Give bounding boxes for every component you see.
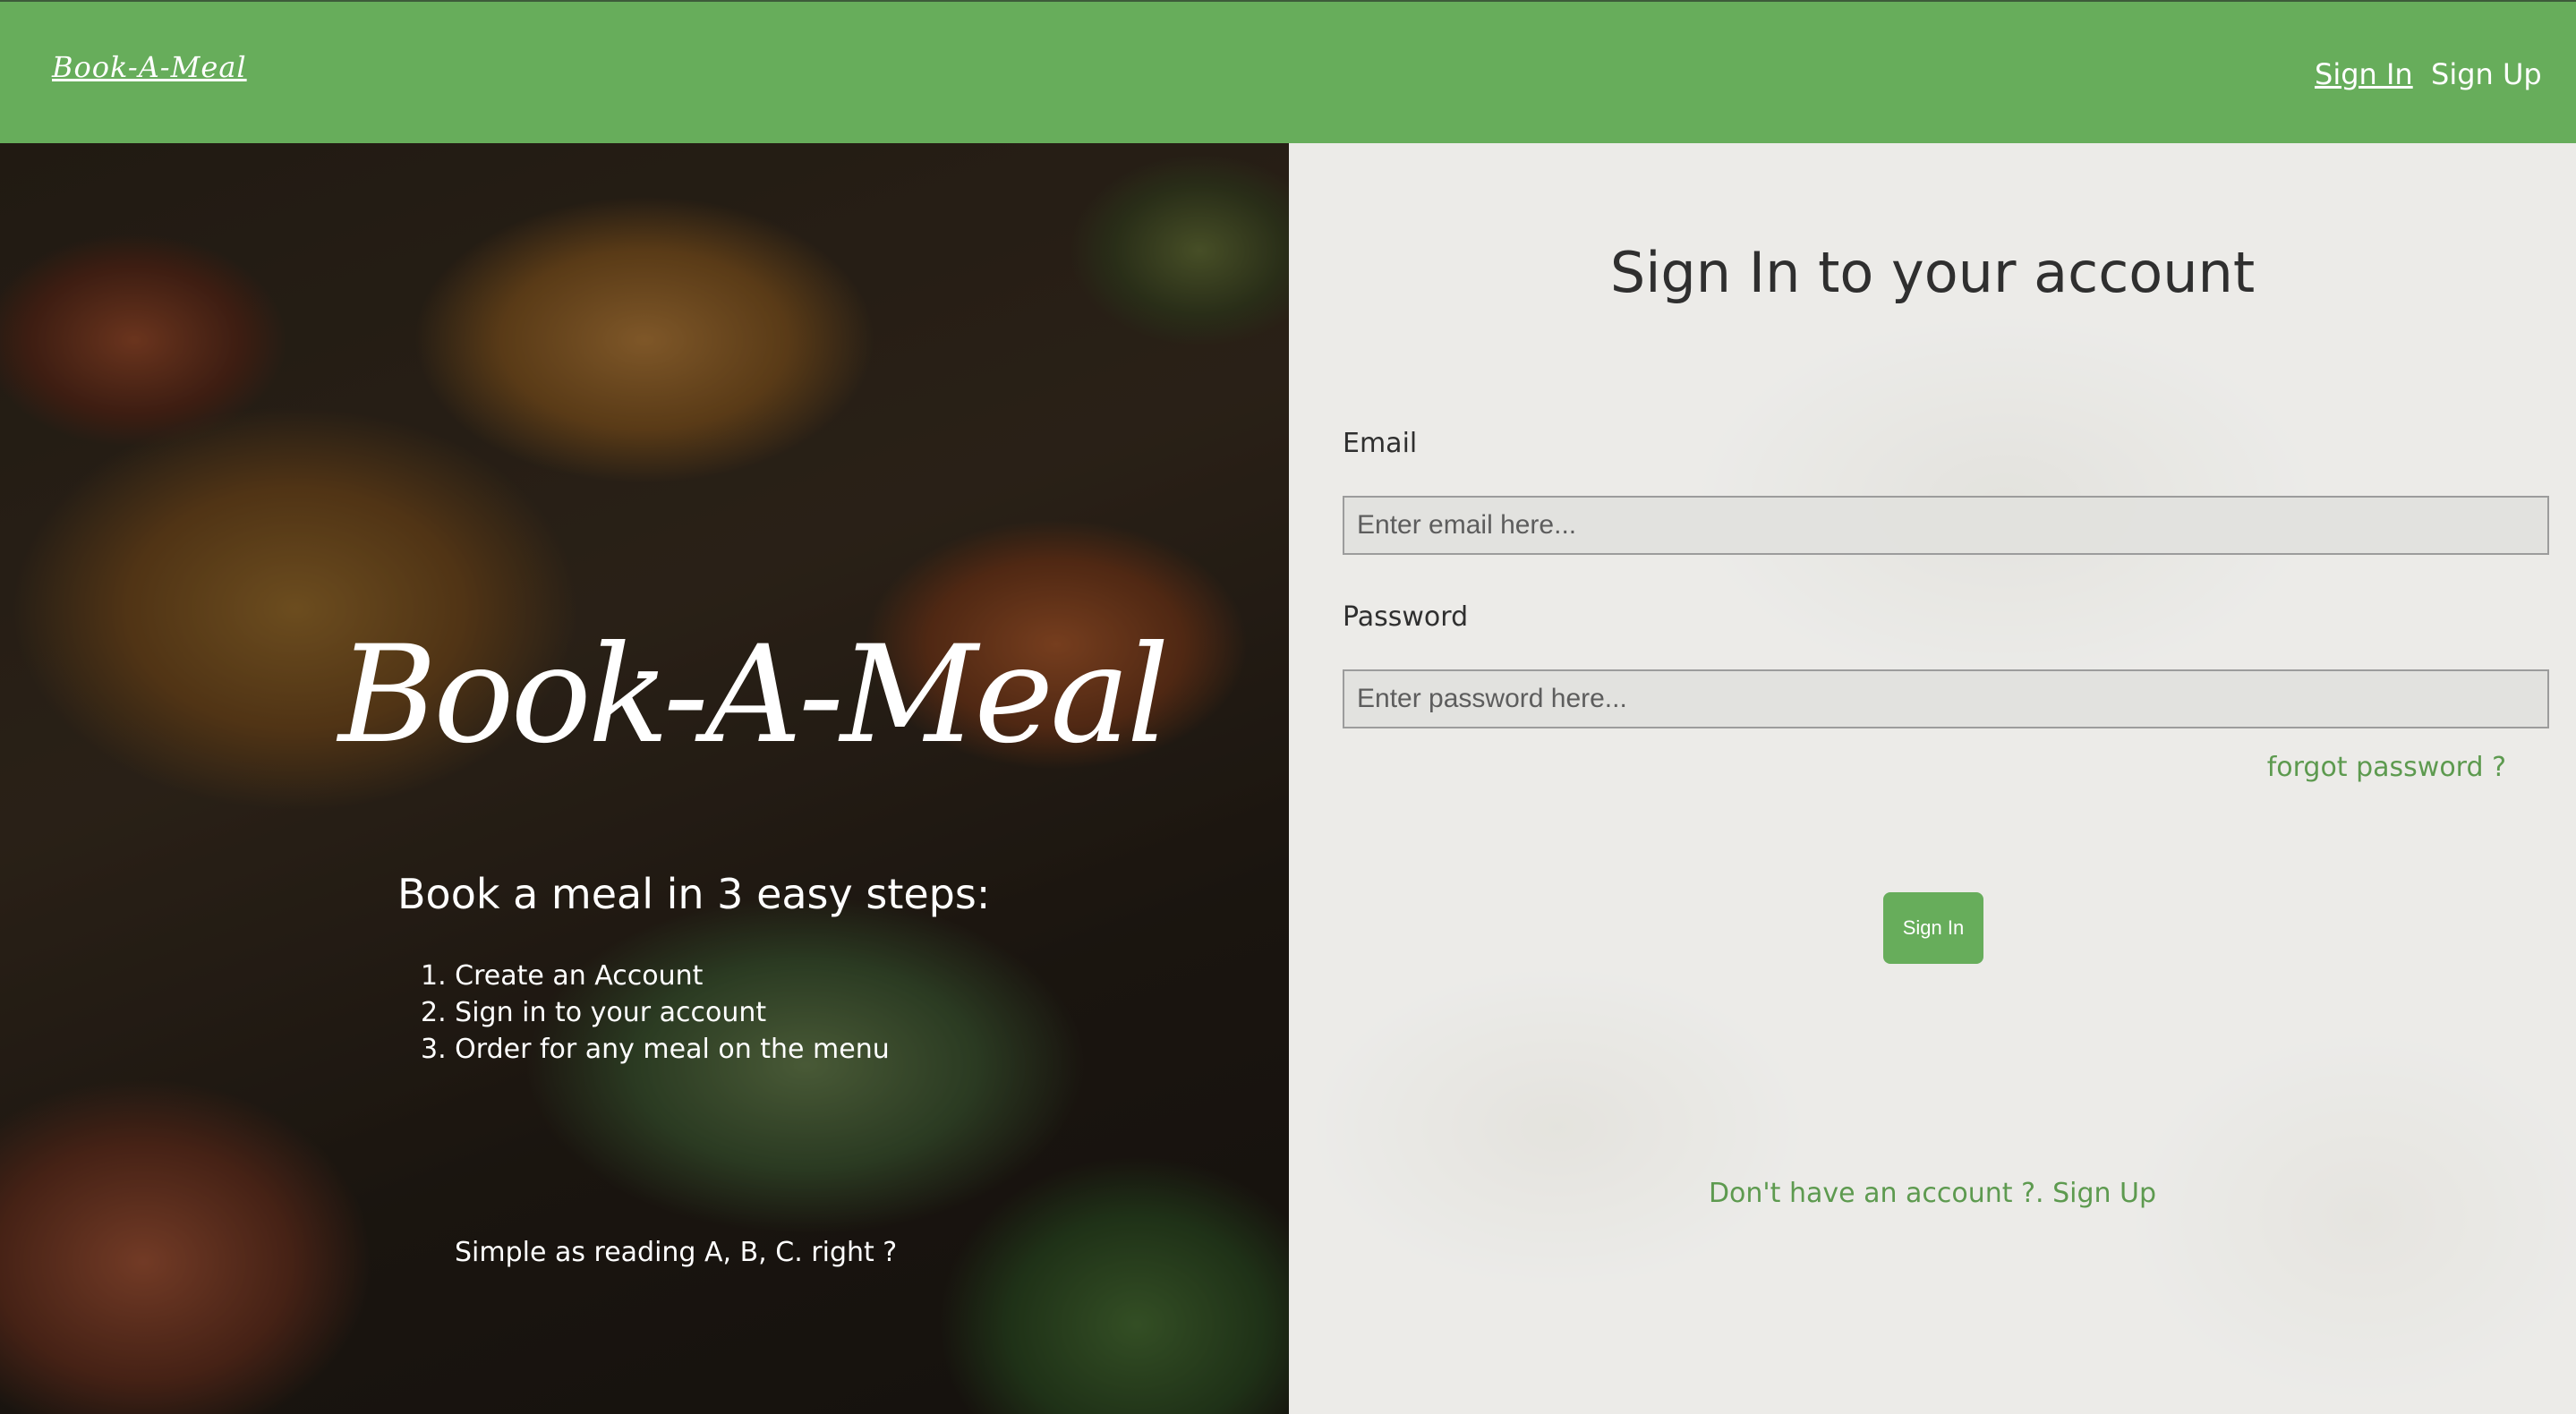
forgot-password-link[interactable]: forgot password ? — [2267, 752, 2506, 783]
step-item: 2. Sign in to your account — [421, 997, 767, 1028]
hero-panel: Book-A-Meal Book a meal in 3 easy steps:… — [0, 143, 1289, 1414]
email-field[interactable] — [1343, 496, 2549, 555]
brand-logo[interactable]: Book-A-Meal — [52, 50, 247, 84]
hero-note: Simple as reading A, B, C. right ? — [455, 1237, 898, 1268]
food-background-image — [0, 143, 1289, 1414]
step-item: 1. Create an Account — [421, 960, 704, 992]
top-navbar: Book-A-Meal Sign In Sign Up — [0, 0, 2576, 143]
nav-signup-link[interactable]: Sign Up — [2431, 57, 2542, 91]
signin-button[interactable]: Sign In — [1883, 892, 1983, 964]
hero-subtitle: Book a meal in 3 easy steps: — [397, 870, 991, 918]
hero-title: Book-A-Meal — [338, 618, 1170, 773]
email-label: Email — [1343, 428, 1418, 459]
steps-list: 1. Create an Account 2. Sign in to your … — [421, 958, 890, 1068]
nav-signin-link[interactable]: Sign In — [2315, 57, 2413, 91]
password-field[interactable] — [1343, 669, 2549, 728]
password-label: Password — [1343, 601, 1469, 633]
step-item: 3. Order for any meal on the menu — [421, 1034, 890, 1065]
signup-prompt-link[interactable]: Don't have an account ?. Sign Up — [1289, 1178, 2576, 1209]
form-title: Sign In to your account — [1609, 240, 2256, 305]
signin-panel: Sign In to your account Email Password f… — [1289, 143, 2576, 1414]
